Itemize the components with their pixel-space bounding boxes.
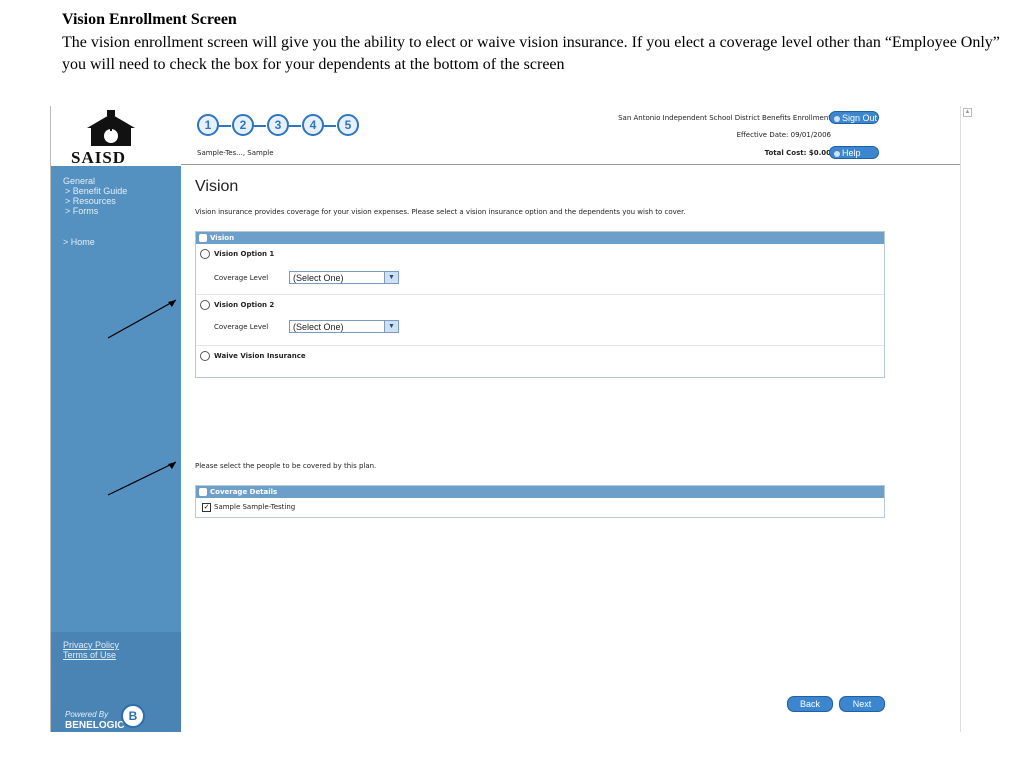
sidebar-item-resources[interactable]: > Resources [63,196,127,206]
vision-option-2: Vision Option 2 Coverage Level (Select O… [196,295,884,346]
sidebar-menu: General > Benefit Guide > Resources > Fo… [63,176,127,216]
chevron-down-icon: ▼ [384,321,398,332]
coverage-level-select-2[interactable]: (Select One) ▼ [289,320,399,333]
dependent-checkbox[interactable]: ✓ [202,503,211,512]
step-connector [322,125,336,127]
vision-panel: Vision Vision Option 1 Coverage Level (S… [195,231,885,378]
benelogic-logo-text: BENELOGIC [65,720,125,731]
vision-option-2-radio[interactable] [200,300,210,310]
total-cost: Total Cost: $0.00 [764,149,831,157]
sidebar-heading-general: General [63,176,96,186]
coverage-details-header: Coverage Details [196,486,884,498]
dependent-name: Sample Sample-Testing [214,503,296,511]
step-3[interactable]: 3 [267,114,289,136]
help-button[interactable]: Help [829,146,879,159]
user-name: Sample-Tes..., Sample [197,149,274,157]
header-bar: 1 2 3 4 5 Sample-Tes..., Sample San Anto… [181,106,961,164]
vision-panel-header: Vision [196,232,884,244]
step-1[interactable]: 1 [197,114,219,136]
step-connector [217,125,231,127]
benelogic-icon: B [121,704,145,728]
next-button[interactable]: Next [839,696,885,712]
coverage-level-select-1[interactable]: (Select One) ▼ [289,271,399,284]
terms-of-use-link[interactable]: Terms of Use [63,650,116,660]
coverage-level-label: Coverage Level [214,274,269,282]
chevron-down-icon: ▼ [384,272,398,283]
vertical-scrollbar[interactable]: ▲ [960,106,973,732]
intro-text: Vision insurance provides coverage for y… [195,208,686,216]
sidebar-item-benefit-guide[interactable]: > Benefit Guide [63,186,127,196]
waive-vision-label: Waive Vision Insurance [214,352,306,360]
sign-out-icon [834,115,840,122]
sidebar-item-forms[interactable]: > Forms [63,206,127,216]
sidebar: SAISD General > Benefit Guide > Resource… [51,106,181,732]
page-title: Vision [195,178,239,195]
help-icon [834,150,840,157]
waive-option: Waive Vision Insurance [196,346,884,374]
saisd-logo: SAISD [51,106,181,167]
document-title: Vision Enrollment Screen [62,11,237,28]
scroll-up-icon[interactable]: ▲ [963,108,972,117]
vision-option-1-label: Vision Option 1 [214,250,275,258]
sign-out-label: Sign Out [842,113,878,123]
vision-panel-title: Vision [210,234,235,242]
powered-by-label: Powered By [65,710,109,719]
help-label: Help [842,148,861,158]
step-5[interactable]: 5 [337,114,359,136]
coverage-level-select-2-value: (Select One) [293,322,344,332]
back-button[interactable]: Back [787,696,833,712]
coverage-level-select-1-value: (Select One) [293,273,344,283]
privacy-policy-link[interactable]: Privacy Policy [63,640,119,650]
step-connector [252,125,266,127]
district-title: San Antonio Independent School District … [618,114,831,122]
enrollment-screenshot: SAISD General > Benefit Guide > Resource… [50,106,961,732]
logo-text: SAISD [71,148,127,167]
document-header: Vision Enrollment Screen The vision enro… [62,8,1012,76]
schoolhouse-apple-icon [87,110,135,146]
panel-icon [199,234,207,242]
step-4[interactable]: 4 [302,114,324,136]
step-2[interactable]: 2 [232,114,254,136]
coverage-details-panel: Coverage Details ✓ Sample Sample-Testing [195,485,885,518]
vision-option-2-label: Vision Option 2 [214,301,275,309]
step-connector [287,125,301,127]
people-instruction: Please select the people to be covered b… [195,462,377,470]
step-progress: 1 2 3 4 5 [197,114,359,138]
coverage-level-label: Coverage Level [214,323,269,331]
document-description: The vision enrollment screen will give y… [62,34,1000,73]
waive-vision-radio[interactable] [200,351,210,361]
panel-icon [199,488,207,496]
sidebar-item-home[interactable]: > Home [63,237,95,247]
sign-out-button[interactable]: Sign Out [829,111,879,124]
vision-option-1: Vision Option 1 Coverage Level (Select O… [196,244,884,295]
effective-date: Effective Date: 09/01/2006 [736,131,831,139]
vision-option-1-radio[interactable] [200,249,210,259]
header-divider [181,164,961,165]
coverage-details-title: Coverage Details [210,488,278,496]
